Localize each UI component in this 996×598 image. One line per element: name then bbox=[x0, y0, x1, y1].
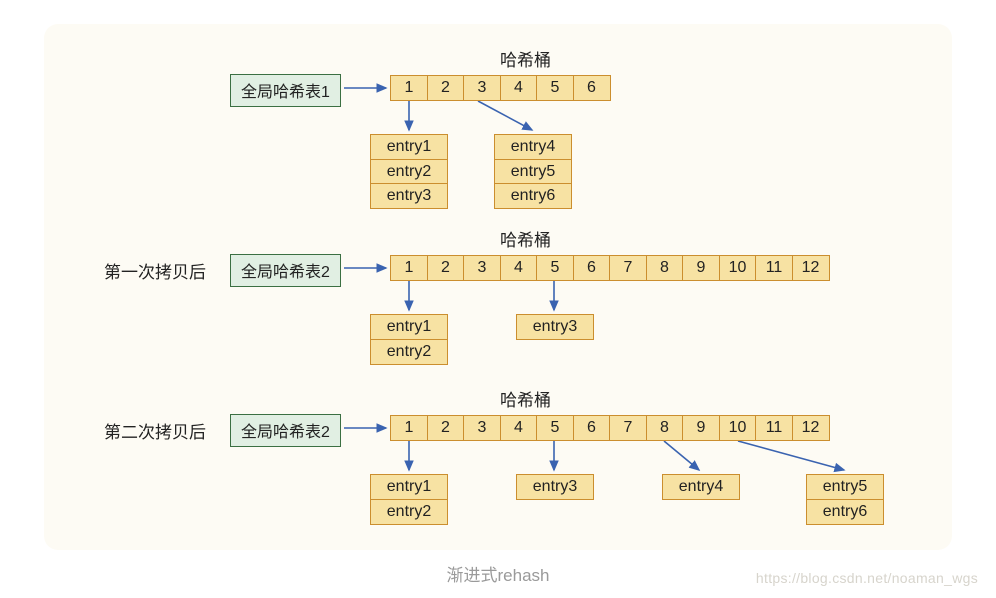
bucket-cell: 1 bbox=[390, 255, 428, 281]
bucket-cell: 7 bbox=[609, 415, 647, 441]
bucket-cell: 2 bbox=[427, 415, 465, 441]
hash-table-label-2: 全局哈希表2 bbox=[230, 254, 341, 287]
bucket-header-2: 哈希桶 bbox=[500, 226, 551, 251]
entry-cell: entry2 bbox=[370, 159, 448, 185]
bucket-cell: 8 bbox=[646, 415, 684, 441]
hash-table-label-3: 全局哈希表2 bbox=[230, 414, 341, 447]
bucket-cell: 3 bbox=[463, 75, 501, 101]
bucket-cell: 6 bbox=[573, 75, 611, 101]
entry-cell: entry1 bbox=[370, 474, 448, 500]
bucket-cell: 4 bbox=[500, 255, 538, 281]
bucket-header-3: 哈希桶 bbox=[500, 386, 551, 411]
entry-column-2a: entry1 entry2 bbox=[370, 314, 448, 365]
hash-table-label-1: 全局哈希表1 bbox=[230, 74, 341, 107]
entry-cell: entry1 bbox=[370, 314, 448, 340]
entry-cell: entry4 bbox=[494, 134, 572, 160]
bucket-cell: 6 bbox=[573, 255, 611, 281]
bucket-cell: 5 bbox=[536, 255, 574, 281]
entry-cell: entry1 bbox=[370, 134, 448, 160]
bucket-cell: 2 bbox=[427, 75, 465, 101]
bucket-row-1: 1 2 3 4 5 6 bbox=[390, 75, 611, 101]
entry-cell: entry3 bbox=[370, 183, 448, 209]
bucket-cell: 11 bbox=[755, 415, 793, 441]
entry-column-3a: entry1 entry2 bbox=[370, 474, 448, 525]
bucket-row-2: 1 2 3 4 5 6 7 8 9 10 11 12 bbox=[390, 255, 830, 281]
bucket-cell: 12 bbox=[792, 255, 830, 281]
bucket-row-3: 1 2 3 4 5 6 7 8 9 10 11 12 bbox=[390, 415, 830, 441]
step-label-2: 第二次拷贝后 bbox=[104, 418, 206, 443]
bucket-cell: 9 bbox=[682, 415, 720, 441]
entry-cell: entry5 bbox=[806, 474, 884, 500]
entry-cell: entry2 bbox=[370, 499, 448, 525]
bucket-cell: 2 bbox=[427, 255, 465, 281]
entry-cell: entry4 bbox=[662, 474, 740, 500]
bucket-cell: 10 bbox=[719, 415, 757, 441]
bucket-cell: 8 bbox=[646, 255, 684, 281]
bucket-cell: 1 bbox=[390, 75, 428, 101]
arrow-layer bbox=[44, 24, 952, 550]
step-label-1: 第一次拷贝后 bbox=[104, 258, 206, 283]
bucket-cell: 9 bbox=[682, 255, 720, 281]
bucket-cell: 3 bbox=[463, 255, 501, 281]
diagram-canvas: 哈希桶 全局哈希表1 1 2 3 4 5 6 entry1 entry2 ent… bbox=[44, 24, 952, 550]
entry-column-2b: entry3 bbox=[516, 314, 594, 340]
entry-cell: entry3 bbox=[516, 474, 594, 500]
bucket-cell: 4 bbox=[500, 415, 538, 441]
entry-cell: entry6 bbox=[806, 499, 884, 525]
watermark-text: https://blog.csdn.net/noaman_wgs bbox=[756, 570, 978, 586]
entry-cell: entry3 bbox=[516, 314, 594, 340]
entry-column-3b: entry3 bbox=[516, 474, 594, 500]
bucket-cell: 1 bbox=[390, 415, 428, 441]
bucket-cell: 4 bbox=[500, 75, 538, 101]
bucket-cell: 12 bbox=[792, 415, 830, 441]
bucket-cell: 11 bbox=[755, 255, 793, 281]
bucket-cell: 3 bbox=[463, 415, 501, 441]
entry-column-3d: entry5 entry6 bbox=[806, 474, 884, 525]
entry-column-3c: entry4 bbox=[662, 474, 740, 500]
entry-column-1b: entry4 entry5 entry6 bbox=[494, 134, 572, 209]
bucket-cell: 6 bbox=[573, 415, 611, 441]
bucket-cell: 7 bbox=[609, 255, 647, 281]
bucket-cell: 5 bbox=[536, 75, 574, 101]
bucket-cell: 10 bbox=[719, 255, 757, 281]
entry-column-1a: entry1 entry2 entry3 bbox=[370, 134, 448, 209]
bucket-header-1: 哈希桶 bbox=[500, 46, 551, 71]
bucket-cell: 5 bbox=[536, 415, 574, 441]
entry-cell: entry5 bbox=[494, 159, 572, 185]
entry-cell: entry2 bbox=[370, 339, 448, 365]
entry-cell: entry6 bbox=[494, 183, 572, 209]
